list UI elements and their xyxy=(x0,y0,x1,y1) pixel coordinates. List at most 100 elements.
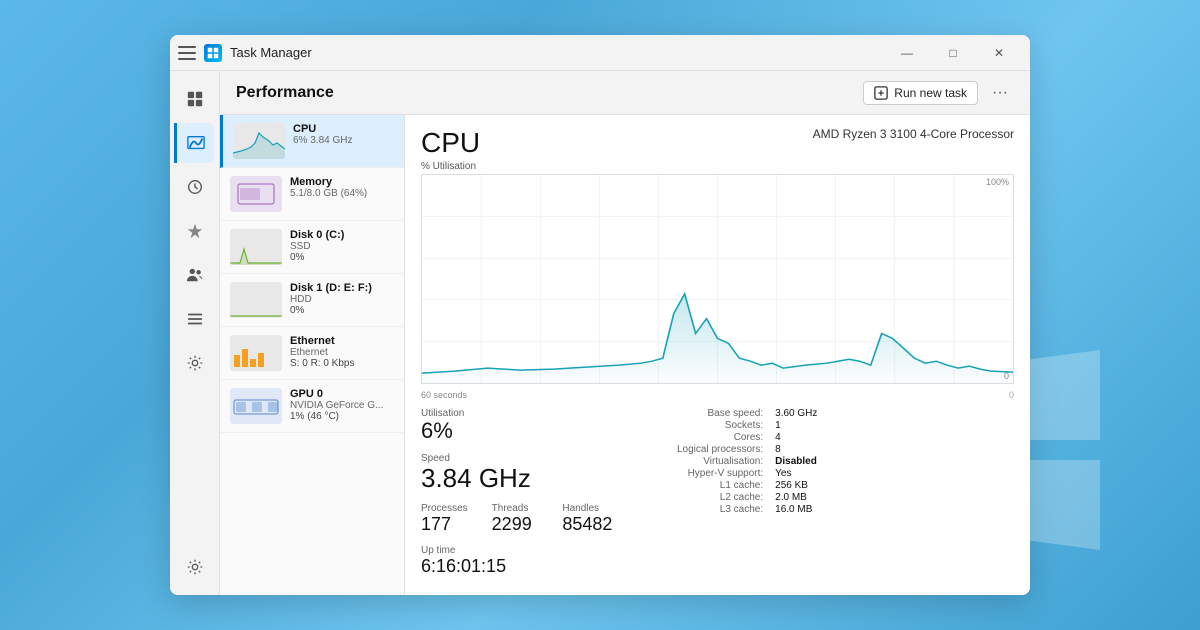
disk1-name: Disk 1 (D: E: F:) xyxy=(290,282,394,294)
chart-y-max: 100% xyxy=(986,177,1009,187)
sidebar-item-users[interactable] xyxy=(175,255,215,295)
titlebar-controls: — □ ✕ xyxy=(884,35,1022,71)
virt-value: Disabled xyxy=(775,456,1014,467)
l1-label: L1 cache: xyxy=(677,480,767,491)
chart-y-min: 0 xyxy=(1004,371,1009,381)
window-title: Task Manager xyxy=(230,45,312,60)
threads-label: Threads xyxy=(492,503,551,514)
memory-thumbnail xyxy=(230,176,282,212)
cpu-label: CPU xyxy=(421,127,480,159)
chart-x-labels: 60 seconds 0 xyxy=(421,390,1014,400)
cpu-model: AMD Ryzen 3 3100 4-Core Processor xyxy=(813,127,1014,141)
chart-x-start: 60 seconds xyxy=(421,390,467,400)
ethernet-name: Ethernet xyxy=(290,335,394,347)
sockets-label: Sockets: xyxy=(677,420,767,431)
disk0-name: Disk 0 (C:) xyxy=(290,229,394,241)
device-item-ethernet[interactable]: Ethernet Ethernet S: 0 R: 0 Kbps xyxy=(220,327,404,380)
disk1-thumbnail xyxy=(230,282,282,318)
titlebar-left: Task Manager xyxy=(178,44,884,62)
cores-label: Cores: xyxy=(677,432,767,443)
performance-title: Performance xyxy=(236,84,334,102)
disk1-val: 0% xyxy=(290,305,394,316)
device-item-disk0[interactable]: Disk 0 (C:) SSD 0% xyxy=(220,221,404,274)
chart-utilisation-label: % Utilisation xyxy=(421,161,1014,172)
base-speed-label: Base speed: xyxy=(677,408,767,419)
sidebar xyxy=(170,71,220,595)
cpu-thumbnail xyxy=(233,123,285,159)
sidebar-item-services[interactable] xyxy=(175,343,215,383)
gpu-thumbnail xyxy=(230,388,282,424)
chart-x-end: 0 xyxy=(1009,390,1014,400)
sidebar-item-settings[interactable] xyxy=(175,547,215,587)
sidebar-item-history[interactable] xyxy=(175,167,215,207)
virt-label: Virtualisation: xyxy=(677,456,767,467)
speed-group: Speed 3.84 GHz xyxy=(421,453,621,493)
device-item-disk1[interactable]: Disk 1 (D: E: F:) HDD 0% xyxy=(220,274,404,327)
device-item-memory[interactable]: Memory 5.1/8.0 GB (64%) xyxy=(220,168,404,221)
disk0-thumbnail xyxy=(230,229,282,265)
ethernet-val: S: 0 R: 0 Kbps xyxy=(290,358,394,369)
ethernet-thumbnail xyxy=(230,335,282,371)
sidebar-item-overview[interactable] xyxy=(175,79,215,119)
device-item-gpu[interactable]: GPU 0 NVIDIA GeForce G... 1% (46 °C) xyxy=(220,380,404,433)
threads-group: Threads 2299 xyxy=(492,503,551,535)
l3-label: L3 cache: xyxy=(677,504,767,515)
hyperv-label: Hyper-V support: xyxy=(677,468,767,479)
processes-group: Processes 177 xyxy=(421,503,480,535)
gpu-info: GPU 0 NVIDIA GeForce G... 1% (46 °C) xyxy=(290,388,394,422)
sidebar-item-details[interactable] xyxy=(175,299,215,339)
run-task-label: Run new task xyxy=(894,86,967,100)
titlebar: Task Manager — □ ✕ xyxy=(170,35,1030,71)
uptime-value: 6:16:01:15 xyxy=(421,556,621,577)
l3-value: 16.0 MB xyxy=(775,504,1014,515)
cpu-chart: 100% 0 xyxy=(421,174,1014,384)
more-options-button[interactable]: ··· xyxy=(986,79,1014,107)
l2-value: 2.0 MB xyxy=(775,492,1014,503)
handles-group: Handles 85482 xyxy=(562,503,621,535)
sidebar-item-startup[interactable] xyxy=(175,211,215,251)
perf-actions: Run new task ··· xyxy=(863,79,1014,107)
uptime-label: Up time xyxy=(421,545,621,556)
uptime-group: Up time 6:16:01:15 xyxy=(421,545,621,577)
memory-info: Memory 5.1/8.0 GB (64%) xyxy=(290,176,394,199)
close-button[interactable]: ✕ xyxy=(976,35,1022,71)
memory-sub: 5.1/8.0 GB (64%) xyxy=(290,188,394,199)
hyperv-value: Yes xyxy=(775,468,1014,479)
ethernet-type: Ethernet xyxy=(290,347,394,358)
utilisation-group: Utilisation 6% xyxy=(421,408,621,443)
app-icon xyxy=(204,44,222,62)
cores-value: 4 xyxy=(775,432,1014,443)
cpu-name: CPU xyxy=(293,123,394,135)
cpu-info-grid: Base speed: 3.60 GHz Sockets: 1 Cores: 4… xyxy=(677,408,1014,577)
processes-value: 177 xyxy=(421,514,480,535)
gpu-name: GPU 0 xyxy=(290,388,394,400)
disk1-type: HDD xyxy=(290,294,394,305)
run-new-task-button[interactable]: Run new task xyxy=(863,81,978,105)
l1-value: 256 KB xyxy=(775,480,1014,491)
device-item-cpu[interactable]: CPU 6% 3.84 GHz xyxy=(220,115,404,168)
disk1-info: Disk 1 (D: E: F:) HDD 0% xyxy=(290,282,394,316)
logical-value: 8 xyxy=(775,444,1014,455)
handles-label: Handles xyxy=(562,503,621,514)
utilisation-value: 6% xyxy=(421,419,621,443)
maximize-button[interactable]: □ xyxy=(930,35,976,71)
stats-panel: CPU AMD Ryzen 3 3100 4-Core Processor % … xyxy=(405,115,1030,595)
device-list: CPU 6% 3.84 GHz Memory xyxy=(220,115,405,595)
gpu-val: 1% (46 °C) xyxy=(290,411,394,422)
disk0-val: 0% xyxy=(290,252,394,263)
logical-label: Logical processors: xyxy=(677,444,767,455)
hamburger-icon[interactable] xyxy=(178,46,196,60)
sidebar-item-performance[interactable] xyxy=(174,123,214,163)
content-area: CPU 6% 3.84 GHz Memory xyxy=(220,115,1030,595)
stats-row-1: Utilisation 6% Speed 3.84 GHz xyxy=(421,408,1014,577)
speed-value: 3.84 GHz xyxy=(421,464,621,493)
threads-value: 2299 xyxy=(492,514,551,535)
l2-label: L2 cache: xyxy=(677,492,767,503)
sockets-value: 1 xyxy=(775,420,1014,431)
cpu-sub: 6% 3.84 GHz xyxy=(293,135,394,146)
cpu-chart-svg xyxy=(422,175,1013,383)
right-panel: Performance Run new task ··· xyxy=(220,71,1030,595)
gpu-sub: NVIDIA GeForce G... xyxy=(290,400,394,411)
minimize-button[interactable]: — xyxy=(884,35,930,71)
ethernet-info: Ethernet Ethernet S: 0 R: 0 Kbps xyxy=(290,335,394,369)
